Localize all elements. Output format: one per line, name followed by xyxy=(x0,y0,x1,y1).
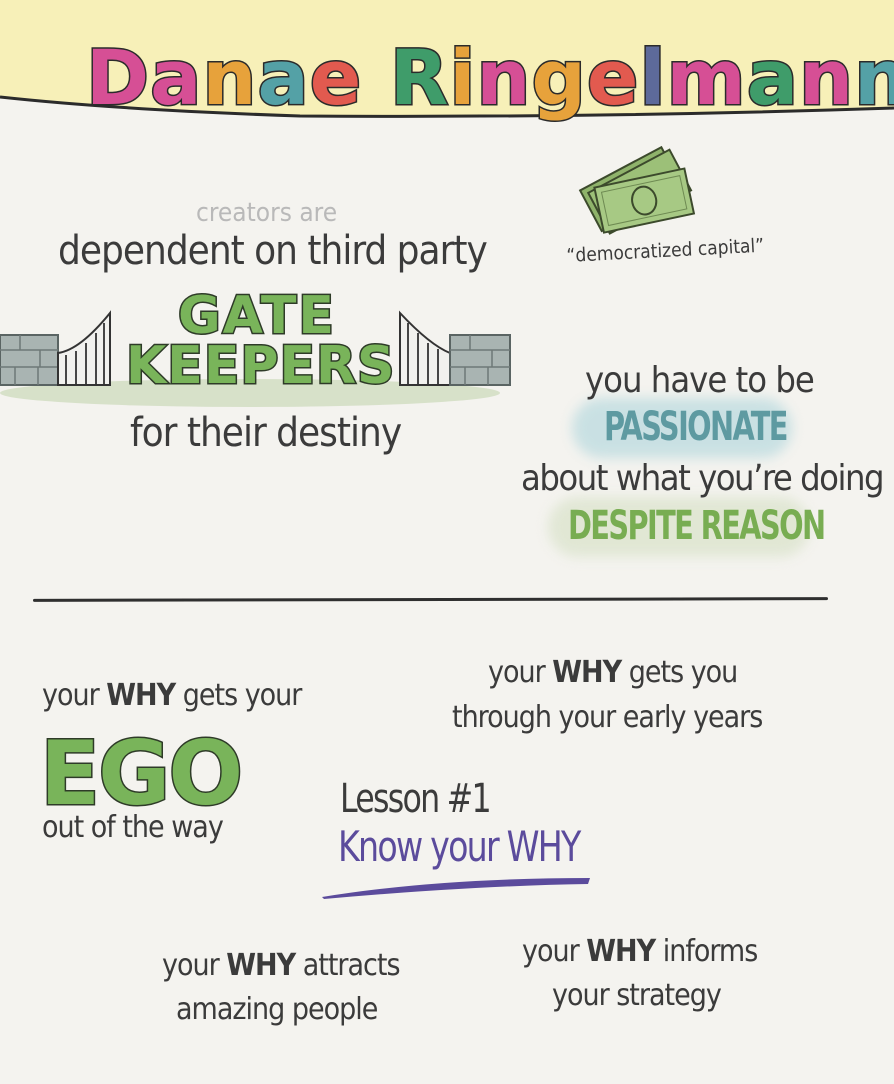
attracts-pre: your xyxy=(162,948,227,983)
passion-line2: about what you’re doing xyxy=(521,458,885,499)
attracts-post: attracts xyxy=(295,948,401,983)
title-letter: a xyxy=(149,33,203,122)
title-letter: l xyxy=(638,33,667,122)
title-letter: n xyxy=(201,33,258,122)
attracts-line1: your WHY attracts xyxy=(162,948,401,983)
informs-post: informs xyxy=(655,934,759,969)
early-line1: your WHY gets you xyxy=(488,655,739,690)
attracts-why: WHY xyxy=(226,948,296,983)
ego-post: gets your xyxy=(175,678,303,713)
early-line2: through your early years xyxy=(452,700,763,735)
title-text: Danae Ringelmann xyxy=(84,38,894,117)
title-letter: n xyxy=(853,33,894,122)
lesson-text: Know your WHY xyxy=(338,822,581,871)
passion-word: PASSIONATE xyxy=(604,404,788,450)
gatekeepers-intro: creators are xyxy=(196,198,338,228)
title-letter: n xyxy=(798,33,855,122)
title-letter: m xyxy=(665,33,747,122)
title-letter: a xyxy=(256,33,310,122)
lesson-label: Lesson #1 xyxy=(340,776,492,822)
title-letter: g xyxy=(530,33,587,122)
title-letter: a xyxy=(745,33,800,122)
title-letter: i xyxy=(448,33,477,122)
lesson-underline xyxy=(322,878,590,899)
ego-line1: your WHY gets your xyxy=(42,678,303,713)
title-letter xyxy=(362,33,389,122)
ego-why: WHY xyxy=(106,678,176,713)
informs-line1: your WHY informs xyxy=(522,934,759,969)
attracts-line2: amazing people xyxy=(176,992,378,1027)
title-letter: n xyxy=(475,33,532,122)
title-letter: e xyxy=(585,33,640,122)
gatekeepers-line2: for their destiny xyxy=(130,410,402,456)
gatekeepers-line1: dependent on third party xyxy=(58,228,488,274)
informs-why: WHY xyxy=(586,934,656,969)
ego-pre: your xyxy=(42,678,107,713)
title-letter: e xyxy=(308,33,363,122)
early-why: WHY xyxy=(552,655,622,690)
title-letter: D xyxy=(84,33,151,122)
early-post: gets you xyxy=(621,655,739,690)
money-icon xyxy=(578,145,696,235)
informs-line2: your strategy xyxy=(552,978,722,1013)
early-pre: your xyxy=(488,655,553,690)
despite-reason: DESPITE REASON xyxy=(568,503,826,549)
informs-pre: your xyxy=(522,934,587,969)
ego-tail: out of the way xyxy=(42,810,224,845)
keepers-word: KEEPERS xyxy=(124,335,396,398)
section-divider xyxy=(32,597,829,602)
title-letter: R xyxy=(388,33,450,122)
title: Danae Ringelmann xyxy=(84,38,894,140)
passion-line1: you have to be xyxy=(585,360,815,401)
